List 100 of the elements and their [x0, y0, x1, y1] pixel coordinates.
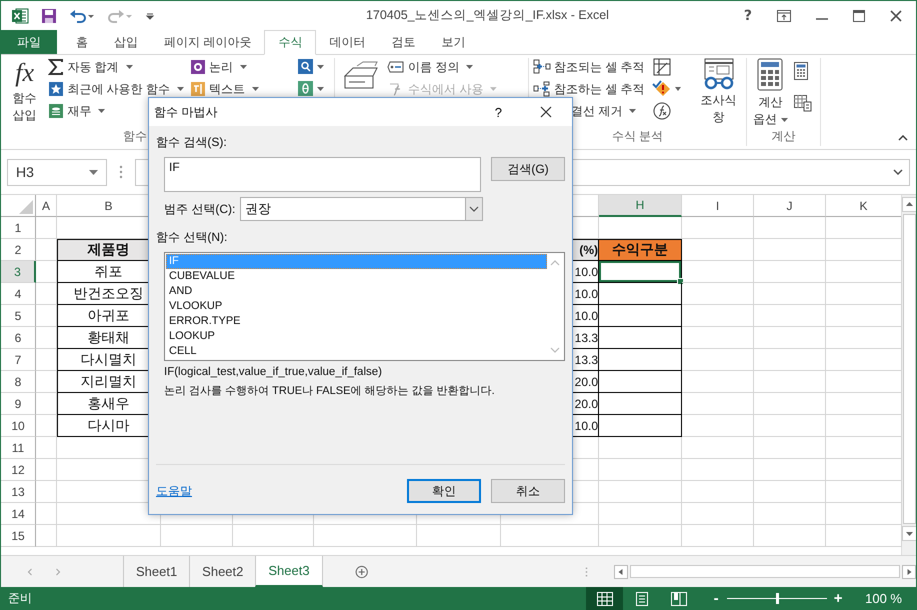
ribbon-tab[interactable]: 수식: [264, 30, 316, 55]
grid-cell[interactable]: [36, 503, 57, 525]
ribbon-menu-button[interactable]: 논리: [190, 56, 293, 78]
drag-handle-icon[interactable]: [119, 165, 123, 179]
grid-cell[interactable]: [754, 437, 826, 459]
undo-icon[interactable]: [69, 8, 95, 24]
grid-cell[interactable]: [754, 459, 826, 481]
grid-cell[interactable]: [682, 305, 754, 327]
ribbon-tab[interactable]: 검토: [378, 30, 428, 54]
function-list[interactable]: IF CUBEVALUE AND VLOOKUP ERROR.TYPE LOOKUP CELL: [164, 252, 565, 361]
search-button[interactable]: 검색(G): [491, 157, 565, 181]
calculation-options-button[interactable]: 계산 옵션: [751, 56, 790, 128]
row-header[interactable]: 2: [1, 239, 36, 261]
grid-cell[interactable]: [233, 525, 314, 547]
grid-cell[interactable]: [754, 327, 826, 349]
grid-cell[interactable]: [36, 393, 57, 415]
zoom-thumb[interactable]: [776, 593, 780, 604]
show-formulas-icon[interactable]: [652, 56, 672, 78]
ribbon-tab[interactable]: 보기: [428, 30, 478, 54]
expand-caret-icon[interactable]: [893, 169, 903, 175]
column-header[interactable]: I: [682, 195, 754, 217]
grid-cell[interactable]: [682, 217, 754, 239]
grid-cell[interactable]: [682, 239, 754, 261]
insert-function-button[interactable]: fx 함수 삽입: [5, 56, 44, 128]
ribbon-menu-button[interactable]: 이름 정의: [387, 56, 497, 78]
grid-cell[interactable]: [754, 261, 826, 283]
grid-cell[interactable]: [682, 349, 754, 371]
grid-cell[interactable]: [754, 393, 826, 415]
grid-cell[interactable]: [754, 415, 826, 437]
row-header[interactable]: 7: [1, 349, 36, 371]
ok-button[interactable]: 확인: [407, 479, 481, 503]
grid-cell[interactable]: [599, 459, 682, 481]
grid-cell[interactable]: [682, 459, 754, 481]
search-field[interactable]: IF: [164, 157, 481, 192]
next-sheet-icon[interactable]: [54, 566, 61, 576]
grid-cell[interactable]: [599, 525, 682, 547]
table-cell[interactable]: [599, 371, 682, 393]
fill-handle[interactable]: [677, 278, 684, 285]
table-cell[interactable]: [599, 261, 682, 283]
evaluate-formula-icon[interactable]: [652, 100, 672, 122]
grid-cell[interactable]: [682, 393, 754, 415]
grid-cell[interactable]: [682, 371, 754, 393]
ribbon-tab[interactable]: 파일: [1, 30, 57, 54]
ribbon-menu-button[interactable]: 텍스트: [190, 78, 293, 100]
ribbon-menu-button[interactable]: 결선 제거: [533, 100, 648, 122]
ribbon-menu-button[interactable]: 참조하는 셀 추적: [533, 78, 648, 100]
table-cell[interactable]: [599, 393, 682, 415]
row-header[interactable]: 3: [1, 261, 36, 283]
grid-cell[interactable]: [682, 415, 754, 437]
row-header[interactable]: 9: [1, 393, 36, 415]
ribbon-menu-button[interactable]: 자동 합계: [48, 56, 186, 78]
scroll-down-icon[interactable]: [902, 526, 916, 541]
scroll-thumb[interactable]: [903, 214, 916, 524]
grid-cell[interactable]: [682, 261, 754, 283]
grid-cell[interactable]: [36, 415, 57, 437]
grid-cell[interactable]: [682, 525, 754, 547]
grid-cell[interactable]: [682, 481, 754, 503]
grid-cell[interactable]: [36, 327, 57, 349]
previous-sheet-icon[interactable]: [27, 566, 33, 576]
grid-cell[interactable]: [36, 459, 57, 481]
calculate-sheet-icon[interactable]: [794, 94, 812, 112]
help-link[interactable]: 도움말: [156, 482, 397, 500]
help-button[interactable]: ?: [494, 104, 502, 120]
ribbon-tab[interactable]: 데이터: [316, 30, 378, 54]
close-icon[interactable]: [540, 106, 552, 118]
grid-cell[interactable]: [599, 481, 682, 503]
scroll-left-icon[interactable]: [614, 564, 628, 578]
grid-cell[interactable]: [501, 525, 599, 547]
table-cell[interactable]: [599, 283, 682, 305]
vertical-scrollbar[interactable]: [901, 195, 916, 555]
grid-cell[interactable]: [36, 525, 57, 547]
row-header[interactable]: 15: [1, 525, 36, 547]
category-dropdown[interactable]: 권장: [240, 197, 483, 221]
horizontal-scrollbar[interactable]: [614, 564, 916, 580]
row-header[interactable]: 14: [1, 503, 36, 525]
normal-view-button[interactable]: [586, 587, 624, 610]
grid-cell[interactable]: [314, 525, 417, 547]
grid-cell[interactable]: [599, 503, 682, 525]
close-icon[interactable]: [890, 10, 902, 22]
grid-cell[interactable]: [754, 283, 826, 305]
ribbon-menu-button[interactable]: 참조되는 셀 추적: [533, 56, 648, 78]
grid-cell[interactable]: [417, 525, 501, 547]
grid-cell[interactable]: [754, 503, 826, 525]
grid-cell[interactable]: [36, 349, 57, 371]
sheet-tab[interactable]: Sheet3: [255, 556, 323, 587]
row-header[interactable]: 8: [1, 371, 36, 393]
grid-cell[interactable]: [161, 525, 233, 547]
grid-cell[interactable]: [36, 261, 57, 283]
grid-cell[interactable]: [754, 349, 826, 371]
grid-cell[interactable]: [682, 503, 754, 525]
grid-cell[interactable]: [57, 525, 161, 547]
save-icon[interactable]: [41, 8, 57, 24]
row-header[interactable]: 11: [1, 437, 36, 459]
zoom-level[interactable]: 100 %: [865, 591, 902, 606]
grid-cell[interactable]: [36, 217, 57, 239]
scroll-right-icon[interactable]: [902, 564, 916, 578]
column-header[interactable]: H: [599, 195, 682, 217]
grid-cell[interactable]: [682, 437, 754, 459]
row-header[interactable]: 13: [1, 481, 36, 503]
grid-cell[interactable]: [754, 371, 826, 393]
